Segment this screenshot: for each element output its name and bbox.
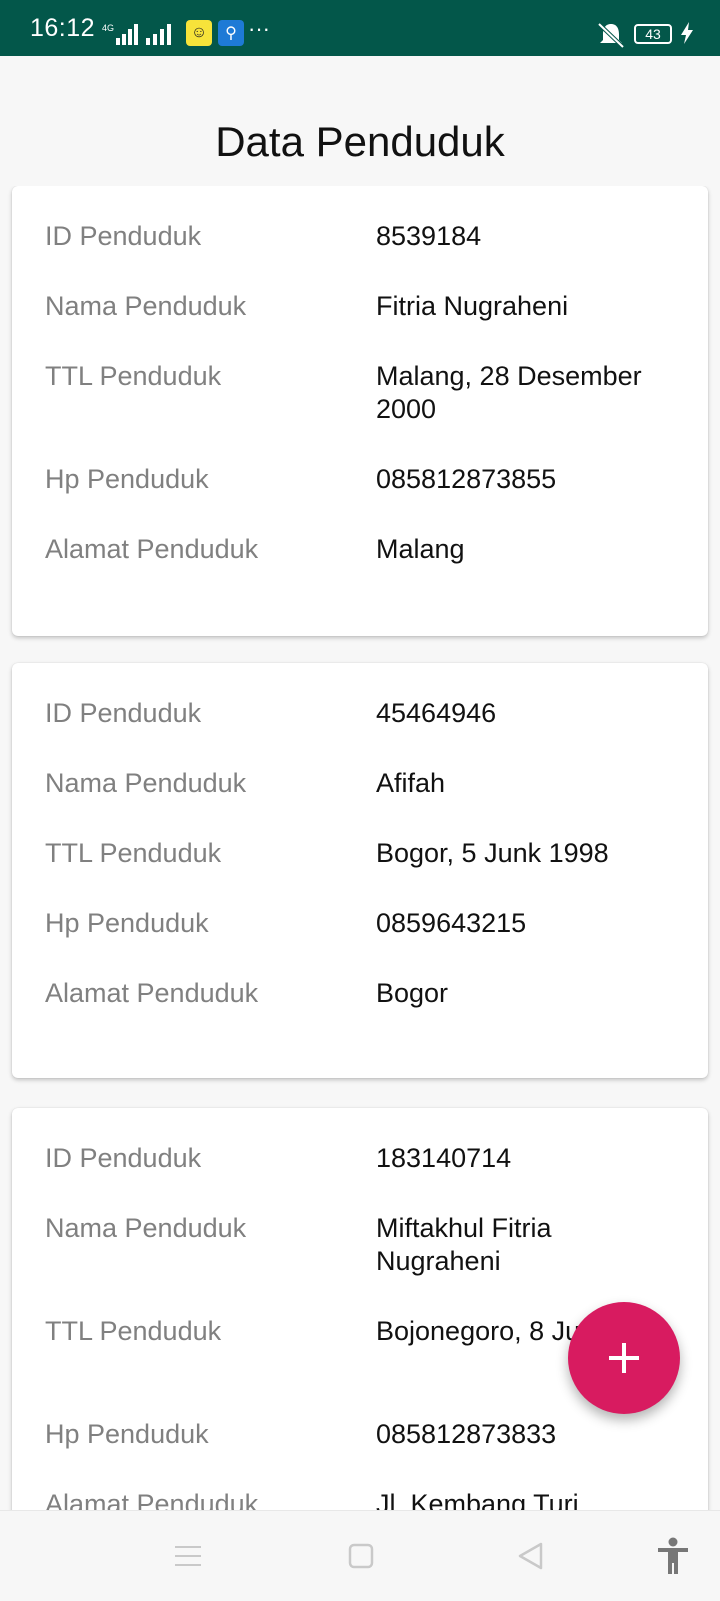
svg-text:4G: 4G [102,23,114,33]
name-value: Miftakhul Fitria Nugraheni [376,1213,552,1276]
plus-icon [609,1343,639,1373]
charging-icon [681,22,693,44]
phone-value: 085812873833 [376,1419,557,1449]
citizen-card[interactable]: ID Penduduk 45464946 Nama Penduduk Afifah … [12,663,708,1078]
status-bar: 16:12 4G ☺ ⚲ ··· 43 [0,0,720,56]
citizen-card[interactable]: ID Penduduk 8539184 Nama Penduduk Fitria N… [12,186,708,636]
signal-icon [146,24,171,45]
id-value: 8539184 [376,221,482,251]
name-value: Afifah [376,768,446,798]
page-title: Data Penduduk [215,118,505,165]
id-value: 45464946 [376,698,497,728]
phone-label: Hp Penduduk [45,1419,209,1449]
id-label: ID Penduduk [45,221,202,251]
signal-4g-icon: 4G [102,23,138,45]
muted-bell-icon [597,22,625,48]
birth-label: TTL Penduduk [45,361,222,391]
name-label: Nama Penduduk [45,768,247,798]
app-notification-icon: ☺ [186,20,212,46]
birth-value: Malang, 28 Desember 2000 [376,361,642,424]
address-label: Alamat Penduduk [45,978,259,1008]
address-value: Jl. Kembang Turi [376,1489,579,1510]
name-label: Nama Penduduk [45,291,247,321]
more-notifications-icon: ··· [248,16,270,41]
phone-label: Hp Penduduk [45,464,209,494]
accessibility-icon[interactable] [656,1537,690,1575]
birth-value: Bogor, 5 Junk 1998 [376,838,609,868]
name-value: Fitria Nugraheni [376,291,569,321]
birth-label: TTL Penduduk [45,838,222,868]
phone-label: Hp Penduduk [45,908,209,938]
back-triangle-icon[interactable] [516,1541,544,1571]
phone-value: 085812873855 [376,464,557,494]
birth-label: TTL Penduduk [45,1316,222,1346]
home-square-icon[interactable] [348,1543,374,1569]
battery-icon: 43 [634,24,672,44]
name-label: Nama Penduduk [45,1213,247,1243]
address-label: Alamat Penduduk [45,1489,259,1510]
address-value: Malang [376,534,465,564]
address-value: Bogor [376,978,449,1008]
system-nav-bar [0,1510,720,1601]
menu-icon[interactable] [174,1543,202,1569]
id-label: ID Penduduk [45,698,202,728]
id-value: 183140714 [376,1143,512,1173]
usb-icon: ⚲ [218,20,244,46]
phone-value: 0859643215 [376,908,527,938]
status-time: 16:12 [30,14,96,42]
id-label: ID Penduduk [45,1143,202,1173]
add-citizen-button[interactable] [568,1302,680,1414]
address-label: Alamat Penduduk [45,534,259,564]
